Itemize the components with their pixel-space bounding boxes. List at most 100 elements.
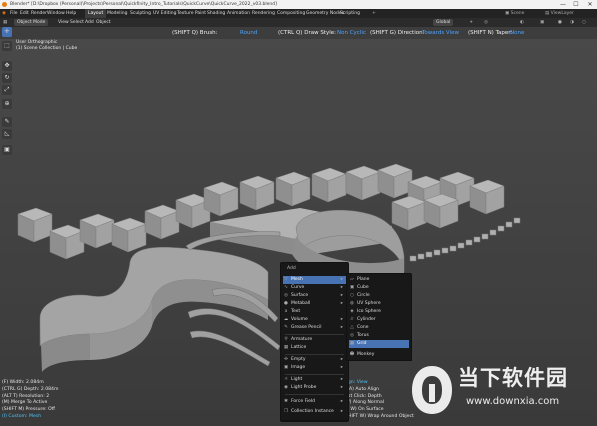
cone-icon: △ [350,325,354,330]
cylinder-icon: ⌭ [350,317,354,322]
depth-setting: (CTRL G) Depth: 2.084m [2,386,59,392]
direction-label: (SHIFT G) Direction: [370,30,425,36]
submenu-arrow-icon: ▸ [340,325,343,330]
empty-icon: ✣ [284,357,288,362]
add-menu-item-empty[interactable]: ✣ Empty ▸ [283,356,346,364]
pressure-setting: (SHIFT M) Pressure: Off [2,407,55,413]
submenu-arrow-icon: ▸ [340,409,343,414]
left-toolbar: ✛ ⬚ ✥ ↻ ⤢ ⊕ ✎ ◺ ▣ [0,27,14,207]
add-menu-item-text[interactable]: a Text [283,308,346,316]
direction-value[interactable]: Towards View [422,27,459,39]
mesh-submenu: ▱ Plane ▣ Cube ○ Circle ◍ UV Sphere ◈ Ico Sph… [346,273,412,353]
snake-wall-object [39,247,269,372]
brush-setting-label: (SHIFT Q) Brush: [172,30,218,36]
submenu-arrow-icon: ▸ [340,377,343,382]
submenu-arrow-icon: ▸ [340,277,343,282]
add-menu-item-surface[interactable]: ◎ Surface ▸ [283,292,346,300]
add-cube-icon[interactable]: ▣ [2,145,12,155]
uv-sphere-icon: ◍ [350,301,354,306]
menu-divider [285,334,344,335]
mesh-item-cube[interactable]: ▣ Cube [349,284,409,292]
mesh-item-uv-sphere[interactable]: ◍ UV Sphere [349,300,409,308]
site-watermark: 当下软件园 www.downxia.com [406,360,596,422]
menu-divider [285,354,344,355]
measure-icon[interactable]: ◺ [2,129,12,139]
scale-icon[interactable]: ⤢ [2,85,12,95]
text-icon: a [284,309,288,314]
add-menu-item-lattice[interactable]: ▦ Lattice [283,344,346,352]
transform-icon[interactable]: ⊕ [2,99,12,109]
viewport-info: User Orthographic (1) Scene Collection |… [16,40,77,52]
cube-icon: ▣ [349,285,355,290]
monkey-icon: ☻ [349,352,355,357]
watermark-logo-icon [412,366,452,414]
add-menu-item-mesh[interactable]: ▽ Mesh ▸ [283,276,346,284]
lattice-icon: ▦ [283,345,289,350]
add-menu-item-armature[interactable]: ⚲ Armature [283,336,346,344]
torus-icon: ◎ [350,333,354,338]
mesh-item-torus[interactable]: ◎ Torus [349,332,409,340]
add-menu-lower: ✱ Force Field ▸ ❐ Collection Instance ▸ [280,396,349,421]
force-field-icon: ✱ [284,399,288,404]
mesh-item-monkey[interactable]: ☻ Monkey [346,351,412,361]
select-box-icon[interactable]: ⬚ [2,41,12,51]
add-menu-item-volume[interactable]: ☁ Volume ▸ [283,316,346,324]
volume-icon: ☁ [283,317,289,322]
draw-style-value[interactable]: Non Cyclic [337,27,366,39]
menu-divider [285,374,344,375]
submenu-arrow-icon: ▸ [340,285,343,290]
mesh-item-ico-sphere[interactable]: ◈ Ico Sphere [349,308,409,316]
add-menu-item-light[interactable]: ☼ Light ▸ [283,376,346,384]
watermark-url: www.downxia.com [466,396,560,407]
custom-mesh-setting: (I) Custom: Mesh [2,413,42,419]
collection-instance-icon: ❐ [283,409,289,414]
cube-chain-object [409,217,521,262]
mesh-item-cone[interactable]: △ Cone [349,324,409,332]
rotate-icon[interactable]: ↻ [2,73,12,83]
menu-divider [285,394,344,395]
light-icon: ☼ [283,377,289,382]
mesh-item-circle[interactable]: ○ Circle [349,292,409,300]
taper-value[interactable]: None [510,27,524,39]
add-menu-item-collection-instance[interactable]: ❐ Collection Instance ▸ [283,408,346,416]
ico-sphere-icon: ◈ [350,309,354,314]
taper-label: (SHIFT N) Taper: [468,30,513,36]
mesh-item-plane[interactable]: ▱ Plane [349,276,409,284]
add-menu-item-curve[interactable]: ∿ Curve ▸ [283,284,346,292]
mesh-icon: ▽ [284,277,288,282]
add-menu-title: Add [287,266,296,271]
cursor-icon[interactable]: ✛ [2,27,12,37]
surface-icon: ◎ [284,293,288,298]
curve-settings-left: (F) Width: 2.084m (CTRL G) Depth: 2.084m… [2,380,58,421]
add-menu-item-metaball[interactable]: ● Metaball ▸ [283,300,346,308]
submenu-arrow-icon: ▸ [340,399,343,404]
curve-icon: ∿ [284,285,288,290]
submenu-arrow-icon: ▸ [340,357,343,362]
collection-info: (1) Scene Collection | Cube [16,46,78,51]
move-icon[interactable]: ✥ [2,61,12,71]
submenu-arrow-icon: ▸ [340,365,343,370]
grid-icon: ▦ [349,341,355,346]
submenu-arrow-icon: ▸ [340,385,343,390]
brush-setting-value[interactable]: Round [240,27,257,39]
add-menu-item-forcefield[interactable]: ✱ Force Field ▸ [283,398,346,406]
light-probe-icon: ◉ [284,385,288,390]
armature-icon: ⚲ [284,337,288,342]
mesh-item-cylinder[interactable]: ⌭ Cylinder [349,316,409,324]
add-menu-item-grease-pencil[interactable]: ✎ Grease Pencil ▸ [283,324,346,332]
plane-icon: ▱ [350,277,354,282]
metaball-icon: ● [284,301,288,306]
width-setting: (F) Width: 2.084m [2,380,44,385]
grease-pencil-icon: ✎ [284,325,288,330]
add-menu-item-image[interactable]: ▣ Image ▸ [283,364,346,372]
stroke-settings-bar: (SHIFT Q) Brush: Round (CTRL Q) Draw Sty… [0,27,597,39]
mesh-item-grid[interactable]: ▦ Grid [349,340,409,348]
circle-icon: ○ [350,293,354,298]
submenu-arrow-icon: ▸ [340,317,343,322]
submenu-arrow-icon: ▸ [340,301,343,306]
watermark-text: 当下软件园 [458,366,568,390]
annotate-icon[interactable]: ✎ [2,117,12,127]
image-icon: ▣ [283,365,289,370]
add-menu-item-light-probe[interactable]: ◉ Light Probe ▸ [283,384,346,392]
draw-style-label: (CTRL Q) Draw Style: [278,30,336,36]
